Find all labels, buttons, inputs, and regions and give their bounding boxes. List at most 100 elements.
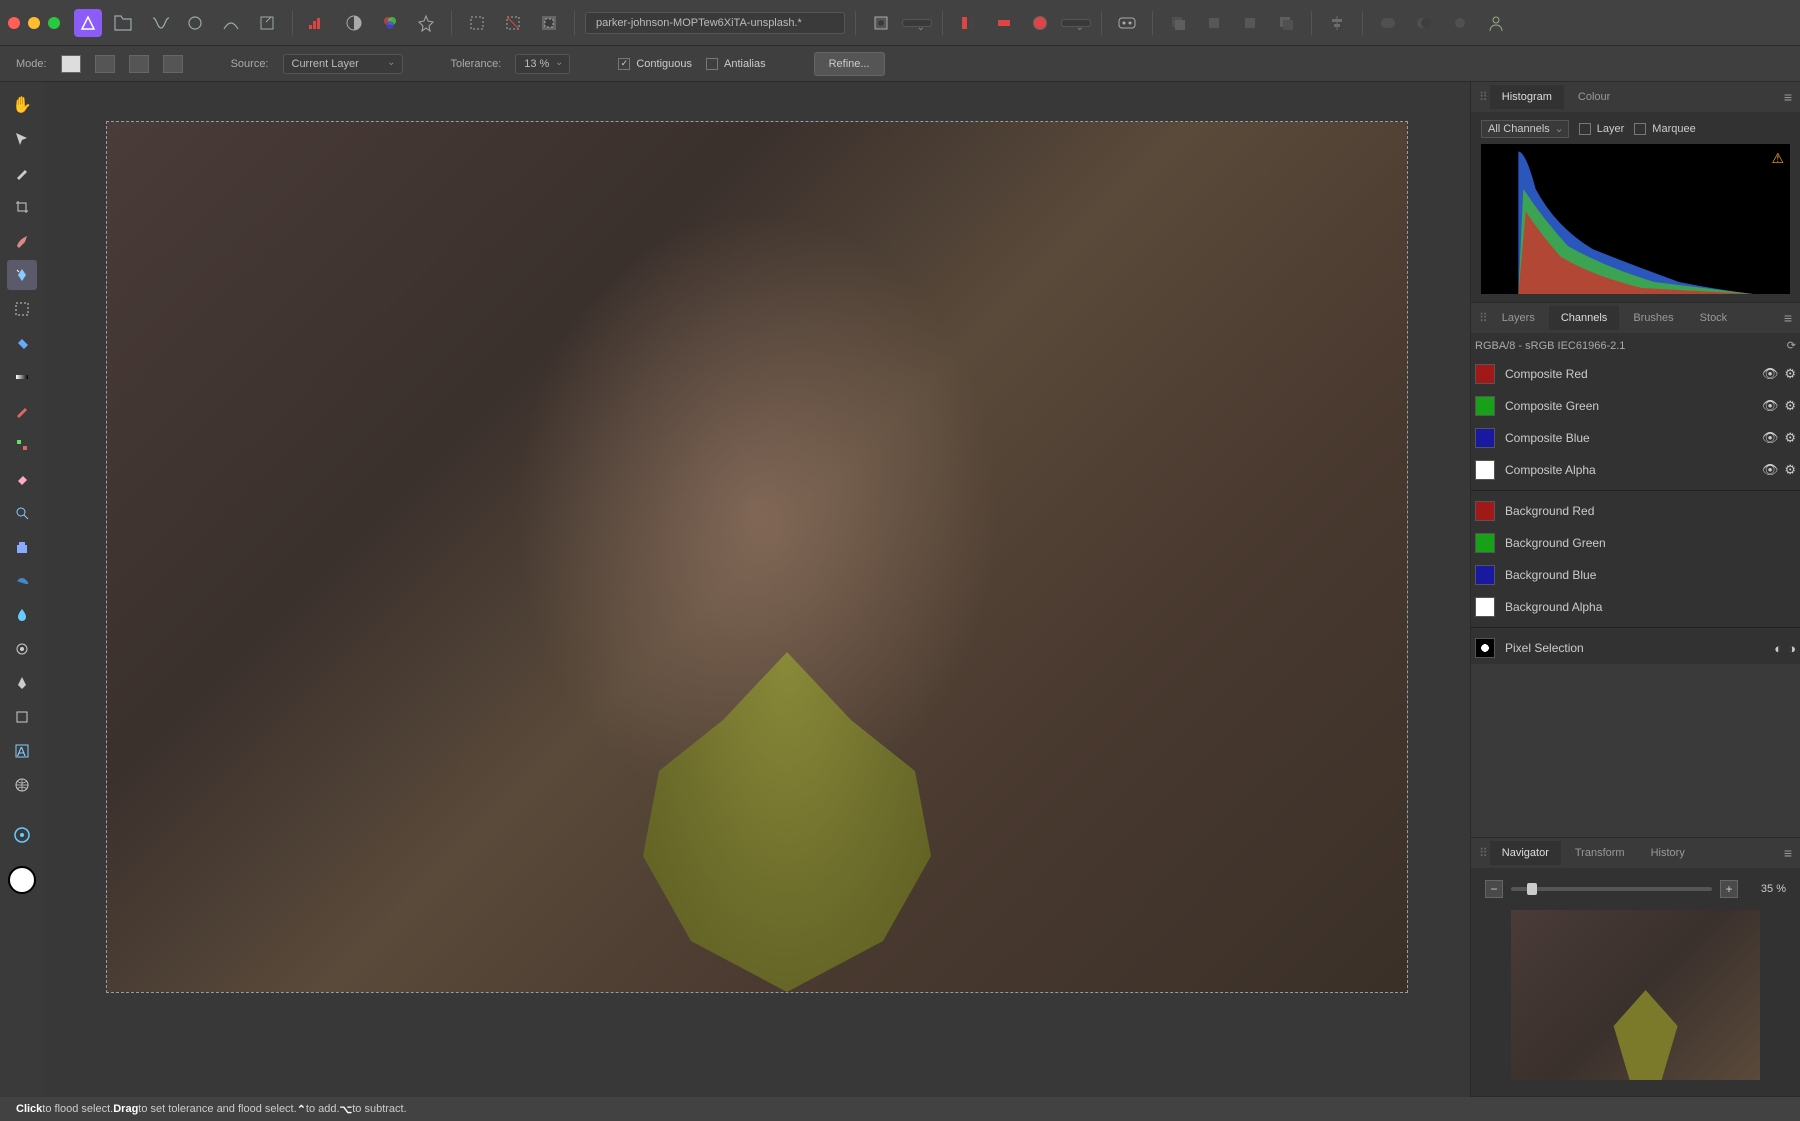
- liquify-tool[interactable]: [7, 566, 37, 596]
- zoom-slider[interactable]: [1511, 887, 1712, 891]
- edit-icon[interactable]: ⚙: [1784, 398, 1796, 414]
- contiguous-checkbox[interactable]: ✓ Contiguous: [618, 58, 692, 70]
- view-tool[interactable]: ✋: [7, 90, 37, 120]
- persona-develop-icon[interactable]: [180, 8, 210, 38]
- channel-row[interactable]: Composite Green 👁⚙: [1471, 390, 1800, 422]
- mode-add-button[interactable]: [95, 55, 115, 73]
- close-window-icon[interactable]: [8, 17, 20, 29]
- channel-row[interactable]: Background Green: [1471, 527, 1800, 559]
- mode-new-button[interactable]: [61, 55, 81, 73]
- persona-photo-icon[interactable]: [108, 8, 138, 38]
- autolevels-icon[interactable]: [303, 8, 333, 38]
- text-tool[interactable]: A: [7, 736, 37, 766]
- visibility-icon[interactable]: 👁: [1762, 366, 1779, 382]
- select-all-icon[interactable]: [462, 8, 492, 38]
- persona-export-icon[interactable]: [252, 8, 282, 38]
- show-grid-icon[interactable]: [1025, 8, 1055, 38]
- pixel-tool[interactable]: [7, 430, 37, 460]
- visibility-icon[interactable]: 👁: [1762, 430, 1779, 446]
- grid-dropdown[interactable]: [1061, 19, 1091, 27]
- selection-brush-tool[interactable]: [7, 226, 37, 256]
- erase-tool[interactable]: [7, 464, 37, 494]
- channel-row[interactable]: Background Blue: [1471, 559, 1800, 591]
- tab-histogram[interactable]: Histogram: [1490, 85, 1564, 109]
- autowb-icon[interactable]: [411, 8, 441, 38]
- move-tool[interactable]: [7, 124, 37, 154]
- refine-button[interactable]: Refine...: [814, 52, 885, 76]
- arrange-backward-icon[interactable]: [1199, 8, 1229, 38]
- assistant-icon[interactable]: [1112, 8, 1142, 38]
- blur-tool[interactable]: [7, 600, 37, 630]
- panel-menu-icon[interactable]: ≡: [1784, 310, 1792, 326]
- clone-tool[interactable]: [7, 532, 37, 562]
- mask-icon[interactable]: ◐: [1774, 641, 1782, 656]
- persona-tonemap-icon[interactable]: [216, 8, 246, 38]
- pixel-selection-row[interactable]: Pixel Selection ◐ ◑: [1471, 632, 1800, 664]
- tab-navigator[interactable]: Navigator: [1490, 841, 1561, 865]
- visibility-icon[interactable]: 👁: [1762, 462, 1779, 478]
- document-filename[interactable]: parker-johnson-MOPTew6XiTA-unsplash.*: [585, 12, 845, 34]
- navigator-thumbnail[interactable]: [1511, 910, 1760, 1080]
- color-picker-tool[interactable]: [7, 158, 37, 188]
- edit-icon[interactable]: ⚙: [1784, 366, 1796, 382]
- antialias-checkbox[interactable]: Antialias: [706, 58, 766, 70]
- zoom-tool[interactable]: [7, 498, 37, 528]
- channel-row[interactable]: Composite Red 👁⚙: [1471, 358, 1800, 390]
- deselect-icon[interactable]: [498, 8, 528, 38]
- source-dropdown[interactable]: Current Layer: [283, 54, 403, 74]
- color-swatch[interactable]: [8, 866, 36, 894]
- account-icon[interactable]: [1481, 8, 1511, 38]
- layer-checkbox[interactable]: Layer: [1579, 123, 1625, 135]
- edit-icon[interactable]: ⚙: [1784, 462, 1796, 478]
- canvas-viewport[interactable]: [44, 82, 1470, 1097]
- paint-brush-tool[interactable]: [7, 396, 37, 426]
- persona-liquify-icon[interactable]: [144, 8, 174, 38]
- marquee-tool[interactable]: [7, 294, 37, 324]
- flood-fill-tool[interactable]: [7, 328, 37, 358]
- drag-handle-icon[interactable]: ⠿: [1479, 846, 1488, 860]
- snap-icon[interactable]: [953, 8, 983, 38]
- mode-intersect-button[interactable]: [163, 55, 183, 73]
- tab-brushes[interactable]: Brushes: [1621, 306, 1685, 330]
- panel-menu-icon[interactable]: ≡: [1784, 89, 1792, 105]
- arrange-back-icon[interactable]: [1163, 8, 1193, 38]
- align-icon[interactable]: [1322, 8, 1352, 38]
- autocolor-icon[interactable]: [375, 8, 405, 38]
- mesh-warp-tool[interactable]: [7, 770, 37, 800]
- zoom-in-button[interactable]: +: [1720, 880, 1738, 898]
- channel-row[interactable]: Composite Alpha 👁⚙: [1471, 454, 1800, 486]
- target-icon[interactable]: [7, 820, 37, 850]
- drag-handle-icon[interactable]: ⠿: [1479, 90, 1488, 104]
- rectangle-tool[interactable]: [7, 702, 37, 732]
- tolerance-input[interactable]: 13 %: [515, 54, 570, 74]
- flood-select-tool[interactable]: [7, 260, 37, 290]
- crop-tool[interactable]: [7, 192, 37, 222]
- add-icon[interactable]: [1373, 8, 1403, 38]
- autocontrast-icon[interactable]: [339, 8, 369, 38]
- arrange-front-icon[interactable]: [1271, 8, 1301, 38]
- drag-handle-icon[interactable]: ⠿: [1479, 311, 1488, 325]
- pen-tool[interactable]: [7, 668, 37, 698]
- quickmask-icon[interactable]: [866, 8, 896, 38]
- tab-transform[interactable]: Transform: [1563, 841, 1637, 865]
- maximize-window-icon[interactable]: [48, 17, 60, 29]
- reset-icon[interactable]: ⟳: [1787, 339, 1796, 352]
- marquee-checkbox[interactable]: Marquee: [1634, 123, 1695, 135]
- tab-layers[interactable]: Layers: [1490, 306, 1547, 330]
- mode-subtract-button[interactable]: [129, 55, 149, 73]
- gradient-tool[interactable]: [7, 362, 37, 392]
- channel-row[interactable]: Composite Blue 👁⚙: [1471, 422, 1800, 454]
- dodge-tool[interactable]: [7, 634, 37, 664]
- zoom-out-button[interactable]: −: [1485, 880, 1503, 898]
- invert-selection-icon[interactable]: [534, 8, 564, 38]
- tab-history[interactable]: History: [1639, 841, 1697, 865]
- visibility-icon[interactable]: 👁: [1762, 398, 1779, 414]
- tab-colour[interactable]: Colour: [1566, 85, 1622, 109]
- histogram-channels-dropdown[interactable]: All Channels: [1481, 120, 1569, 138]
- tab-channels[interactable]: Channels: [1549, 306, 1619, 330]
- channel-row[interactable]: Background Alpha: [1471, 591, 1800, 623]
- invert-icon[interactable]: ◑: [1788, 641, 1796, 656]
- arrange-forward-icon[interactable]: [1235, 8, 1265, 38]
- quickmask-dropdown[interactable]: [902, 19, 932, 27]
- document-canvas[interactable]: [107, 122, 1407, 992]
